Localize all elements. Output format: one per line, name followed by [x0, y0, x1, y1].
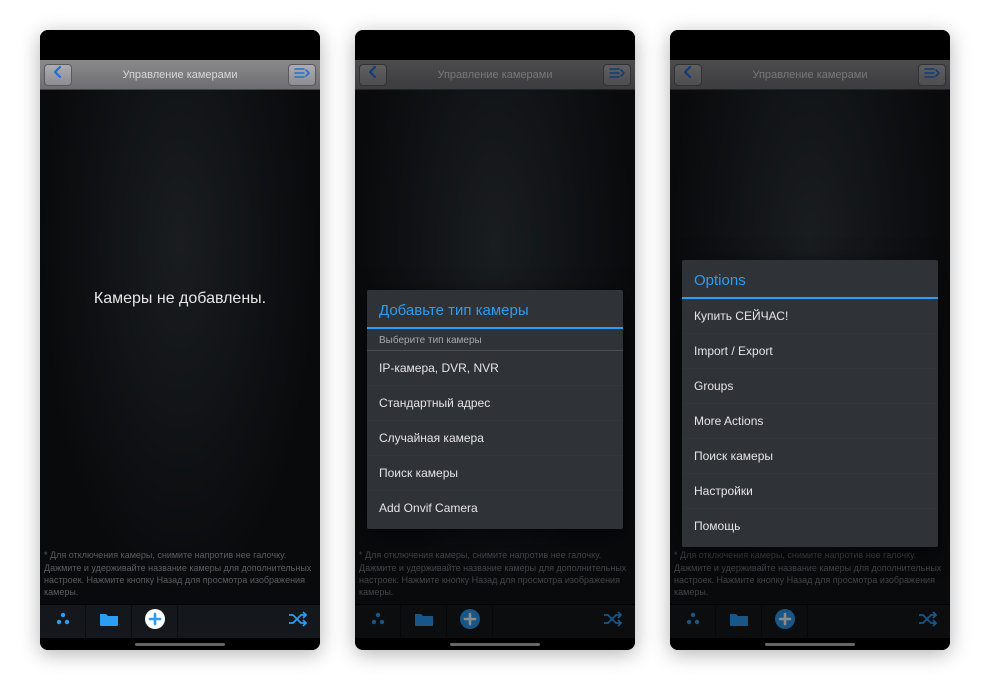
options-item-import-export[interactable]: Import / Export [682, 334, 938, 369]
shuffle-button[interactable] [904, 605, 950, 639]
status-bar [40, 30, 320, 60]
shuffle-icon [602, 611, 622, 632]
options-item-groups[interactable]: Groups [682, 369, 938, 404]
status-bar [670, 30, 950, 60]
arrow-left-icon [51, 65, 65, 84]
status-bar [355, 30, 635, 60]
phone-screen-2: Управление камерами * Для отключения кам… [355, 30, 635, 650]
back-button[interactable] [359, 64, 387, 86]
plus-circle-icon [774, 608, 796, 635]
scan-icon [369, 610, 387, 633]
menu-button[interactable] [918, 64, 946, 86]
shuffle-button[interactable] [274, 605, 320, 639]
back-button[interactable] [44, 64, 72, 86]
menu-button[interactable] [288, 64, 316, 86]
home-indicator [355, 638, 635, 650]
scan-icon [684, 610, 702, 633]
list-arrow-icon [294, 66, 310, 84]
add-button[interactable] [762, 605, 808, 639]
add-camera-dialog: Добавьте тип камеры Выберите тип камеры … [367, 290, 623, 529]
folder-button[interactable] [86, 605, 132, 639]
home-indicator [40, 638, 320, 650]
folder-icon [99, 611, 119, 632]
page-title: Управление камерами [702, 69, 918, 81]
options-item-buy[interactable]: Купить СЕЙЧАС! [682, 299, 938, 334]
bottom-toolbar [355, 604, 635, 638]
camera-type-item-onvif[interactable]: Add Onvif Camera [367, 491, 623, 525]
phone-screen-1: Управление камерами Камеры не добавлены.… [40, 30, 320, 650]
scan-icon [54, 610, 72, 633]
camera-type-item-ip[interactable]: IP-камера, DVR, NVR [367, 351, 623, 386]
camera-type-item-standard[interactable]: Стандартный адрес [367, 386, 623, 421]
dialog-subtitle: Выберите тип камеры [367, 329, 623, 351]
phone-screen-3: Управление камерами * Для отключения кам… [670, 30, 950, 650]
shuffle-icon [917, 611, 937, 632]
arrow-left-icon [366, 65, 380, 84]
plus-circle-icon [459, 608, 481, 635]
content-area: * Для отключения камеры, снимите напроти… [670, 90, 950, 604]
page-title: Управление камерами [387, 69, 603, 81]
app-header: Управление камерами [670, 60, 950, 90]
hint-text: * Для отключения камеры, снимите напроти… [40, 543, 320, 604]
content-area: Камеры не добавлены. * Для отключения ка… [40, 90, 320, 604]
hint-text: * Для отключения камеры, снимите напроти… [670, 543, 950, 604]
options-dialog: Options Купить СЕЙЧАС! Import / Export G… [682, 260, 938, 547]
bottom-toolbar [670, 604, 950, 638]
plus-circle-icon [144, 608, 166, 635]
options-item-help[interactable]: Помощь [682, 509, 938, 543]
shuffle-icon [287, 611, 307, 632]
dialog-title: Options [682, 260, 938, 299]
empty-state-text: Камеры не добавлены. [40, 290, 320, 308]
menu-button[interactable] [603, 64, 631, 86]
list-arrow-icon [609, 66, 625, 84]
app-header: Управление камерами [40, 60, 320, 90]
scan-button[interactable] [40, 605, 86, 639]
add-button[interactable] [447, 605, 493, 639]
folder-button[interactable] [716, 605, 762, 639]
content-area: * Для отключения камеры, снимите напроти… [355, 90, 635, 604]
home-indicator [670, 638, 950, 650]
scan-button[interactable] [670, 605, 716, 639]
options-item-more-actions[interactable]: More Actions [682, 404, 938, 439]
folder-button[interactable] [401, 605, 447, 639]
camera-type-item-search[interactable]: Поиск камеры [367, 456, 623, 491]
bottom-toolbar [40, 604, 320, 638]
camera-type-item-random[interactable]: Случайная камера [367, 421, 623, 456]
options-item-search-camera[interactable]: Поиск камеры [682, 439, 938, 474]
scan-button[interactable] [355, 605, 401, 639]
dialog-title: Добавьте тип камеры [367, 290, 623, 329]
options-item-settings[interactable]: Настройки [682, 474, 938, 509]
hint-text: * Для отключения камеры, снимите напроти… [355, 543, 635, 604]
arrow-left-icon [681, 65, 695, 84]
app-header: Управление камерами [355, 60, 635, 90]
back-button[interactable] [674, 64, 702, 86]
list-arrow-icon [924, 66, 940, 84]
page-title: Управление камерами [72, 69, 288, 81]
add-button[interactable] [132, 605, 178, 639]
folder-icon [414, 611, 434, 632]
shuffle-button[interactable] [589, 605, 635, 639]
folder-icon [729, 611, 749, 632]
